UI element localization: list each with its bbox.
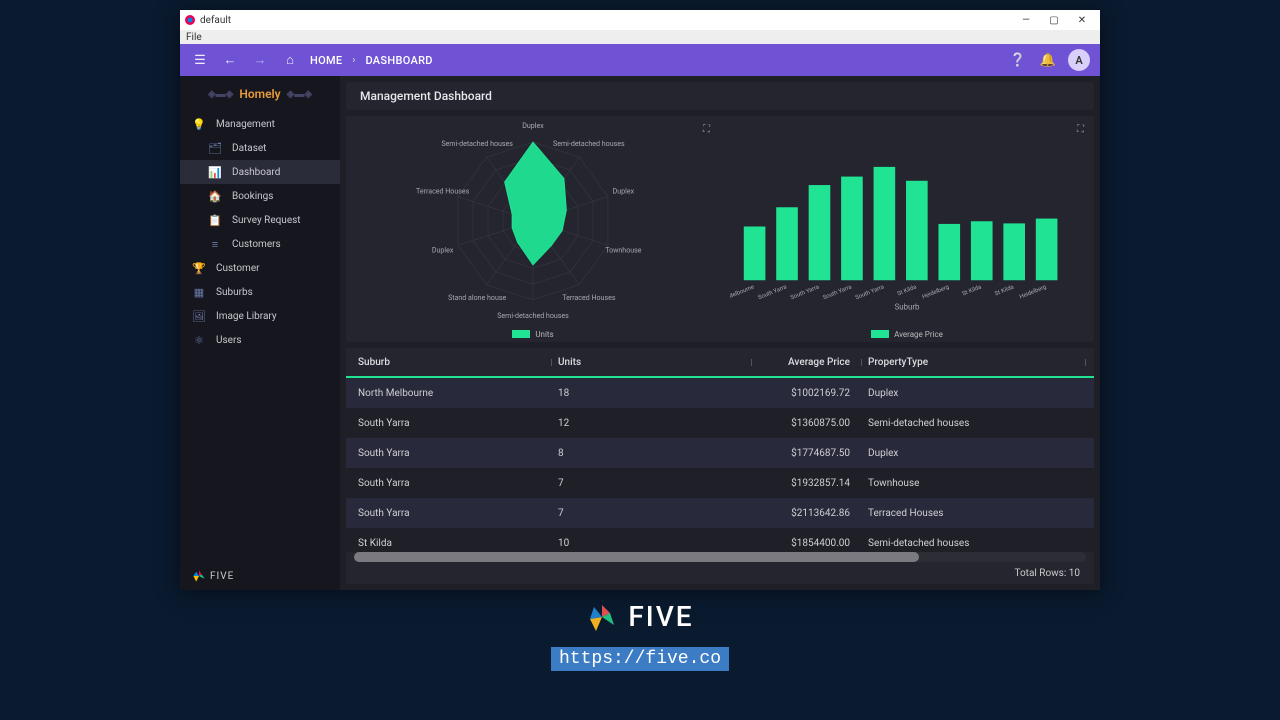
svg-text:Duplex: Duplex — [613, 187, 635, 196]
svg-text:Terraced Houses: Terraced Houses — [416, 187, 470, 196]
radar-legend: Units — [346, 326, 720, 342]
app-logo: ◈▬◈ Homely ◈▬◈ — [180, 76, 340, 112]
forward-icon[interactable]: → — [250, 50, 270, 70]
sidebar-item-dataset[interactable]: 🗂Dataset — [180, 136, 340, 160]
nav-icon: 📊 — [208, 166, 222, 179]
menu-file[interactable]: File — [186, 32, 202, 43]
svg-text:South Yarra: South Yarra — [822, 284, 852, 301]
sidebar-item-bookings[interactable]: 🏠Bookings — [180, 184, 340, 208]
svg-text:Suburb: Suburb — [895, 303, 920, 312]
app-root: ☰ ← → ⌂ HOME › DASHBOARD ❔ 🔔 A ◈▬◈ Homel… — [180, 44, 1100, 590]
breadcrumb-current: DASHBOARD — [365, 54, 432, 67]
menubar: File — [180, 30, 1100, 44]
nav-icon: 💡 — [192, 118, 206, 131]
horizontal-scrollbar[interactable] — [354, 552, 1086, 562]
col-suburb[interactable]: Suburb — [358, 357, 558, 368]
nav-icon: ⚛ — [192, 334, 206, 347]
nav-icon: 🏆 — [192, 262, 206, 275]
sidebar-item-image-library[interactable]: 🖼Image Library — [180, 304, 340, 328]
svg-text:St Kilda: St Kilda — [962, 284, 983, 297]
help-icon[interactable]: ❔ — [1008, 50, 1028, 70]
svg-text:Semi-detached houses: Semi-detached houses — [441, 139, 513, 148]
nav-icon: ▦ — [192, 286, 206, 299]
legend-swatch — [871, 330, 889, 338]
svg-text:Duplex: Duplex — [432, 245, 454, 254]
sidebar-item-users[interactable]: ⚛Users — [180, 328, 340, 352]
svg-text:St Kilda: St Kilda — [994, 284, 1015, 297]
svg-text:Terraced Houses: Terraced Houses — [562, 293, 616, 302]
table-body[interactable]: North Melbourne18$1002169.72DuplexSouth … — [346, 378, 1094, 552]
nav-icon: ≡ — [208, 238, 222, 251]
breadcrumb-home[interactable]: HOME — [310, 54, 342, 67]
app-window: default — ▢ ✕ File ☰ ← → ⌂ HOME › DASHBO… — [180, 10, 1100, 590]
minimize-button[interactable]: — — [1012, 11, 1040, 29]
svg-text:South Yarra: South Yarra — [757, 284, 787, 301]
lamp-icon: ◈▬◈ — [287, 89, 312, 100]
page-brand: FIVE https://five.co — [0, 600, 1280, 671]
charts-panel: ⛶ DuplexSemi-detached housesDuplexTownho… — [346, 116, 1094, 342]
radar-chart: ⛶ DuplexSemi-detached housesDuplexTownho… — [346, 116, 720, 342]
table-header: Suburb Units Average Price PropertyType — [346, 348, 1094, 378]
page-title: Management Dashboard — [346, 82, 1094, 110]
brand-logo: FIVE — [586, 600, 693, 633]
col-units[interactable]: Units — [558, 357, 758, 368]
svg-text:South Yarra: South Yarra — [855, 284, 885, 301]
sidebar-footer-logo: FIVE — [180, 562, 340, 590]
maximize-button[interactable]: ▢ — [1040, 11, 1068, 29]
svg-text:Duplex: Duplex — [522, 121, 544, 130]
col-type[interactable]: PropertyType — [868, 357, 1082, 368]
back-icon[interactable]: ← — [220, 50, 240, 70]
five-logo-icon — [586, 601, 618, 633]
svg-text:St Kilda: St Kilda — [897, 284, 918, 297]
table-row[interactable]: South Yarra7$2113642.86Terraced Houses — [346, 498, 1094, 528]
window-title: default — [200, 15, 231, 26]
svg-text:South Yarra: South Yarra — [790, 284, 820, 301]
brand-url[interactable]: https://five.co — [551, 647, 729, 671]
svg-text:Stand alone house: Stand alone house — [448, 293, 506, 302]
bar-chart: ⛶ North MelbourneSouth YarraSouth YarraS… — [720, 116, 1094, 342]
bell-icon[interactable]: 🔔 — [1038, 50, 1058, 70]
svg-text:Heidelberg: Heidelberg — [922, 284, 951, 300]
table-footer: Total Rows: 10 — [346, 562, 1094, 584]
sidebar-item-customer[interactable]: 🏆Customer — [180, 256, 340, 280]
main-content: Management Dashboard ⛶ DuplexSemi-detach… — [340, 76, 1100, 590]
table-row[interactable]: South Yarra12$1360875.00Semi-detached ho… — [346, 408, 1094, 438]
sidebar-item-dashboard[interactable]: 📊Dashboard — [180, 160, 340, 184]
sidebar-item-suburbs[interactable]: ▦Suburbs — [180, 280, 340, 304]
topbar: ☰ ← → ⌂ HOME › DASHBOARD ❔ 🔔 A — [180, 44, 1100, 76]
nav-icon: 🏠 — [208, 190, 222, 203]
col-price[interactable]: Average Price — [758, 357, 868, 368]
nav-icon: 📋 — [208, 214, 222, 227]
app-icon — [184, 14, 196, 26]
sidebar-item-management[interactable]: 💡Management — [180, 112, 340, 136]
data-table: Suburb Units Average Price PropertyType … — [346, 348, 1094, 584]
table-row[interactable]: North Melbourne18$1002169.72Duplex — [346, 378, 1094, 408]
svg-text:Townhouse: Townhouse — [605, 245, 642, 254]
chevron-right-icon: › — [352, 55, 355, 66]
nav-list: 💡Management🗂Dataset📊Dashboard🏠Bookings📋S… — [180, 112, 340, 562]
table-row[interactable]: South Yarra7$1932857.14Townhouse — [346, 468, 1094, 498]
svg-text:Heidelberg: Heidelberg — [1019, 284, 1048, 300]
table-row[interactable]: South Yarra8$1774687.50Duplex — [346, 438, 1094, 468]
five-icon — [192, 569, 206, 583]
nav-icon: 🗂 — [208, 142, 222, 155]
avatar[interactable]: A — [1068, 49, 1090, 71]
table-row[interactable]: St Kilda10$1854400.00Semi-detached house… — [346, 528, 1094, 552]
svg-text:Semi-detached houses: Semi-detached houses — [553, 139, 625, 148]
sidebar: ◈▬◈ Homely ◈▬◈ 💡Management🗂Dataset📊Dashb… — [180, 76, 340, 590]
nav-icon: 🖼 — [192, 310, 206, 323]
hamburger-icon[interactable]: ☰ — [190, 50, 210, 70]
legend-swatch — [512, 330, 530, 338]
svg-text:North Melbourne: North Melbourne — [730, 284, 755, 306]
lamp-icon: ◈▬◈ — [208, 89, 233, 100]
sidebar-item-customers[interactable]: ≡Customers — [180, 232, 340, 256]
titlebar: default — ▢ ✕ — [180, 10, 1100, 30]
home-icon[interactable]: ⌂ — [280, 50, 300, 70]
sidebar-item-survey-request[interactable]: 📋Survey Request — [180, 208, 340, 232]
svg-text:Semi-detached houses: Semi-detached houses — [497, 311, 569, 320]
close-button[interactable]: ✕ — [1068, 11, 1096, 29]
